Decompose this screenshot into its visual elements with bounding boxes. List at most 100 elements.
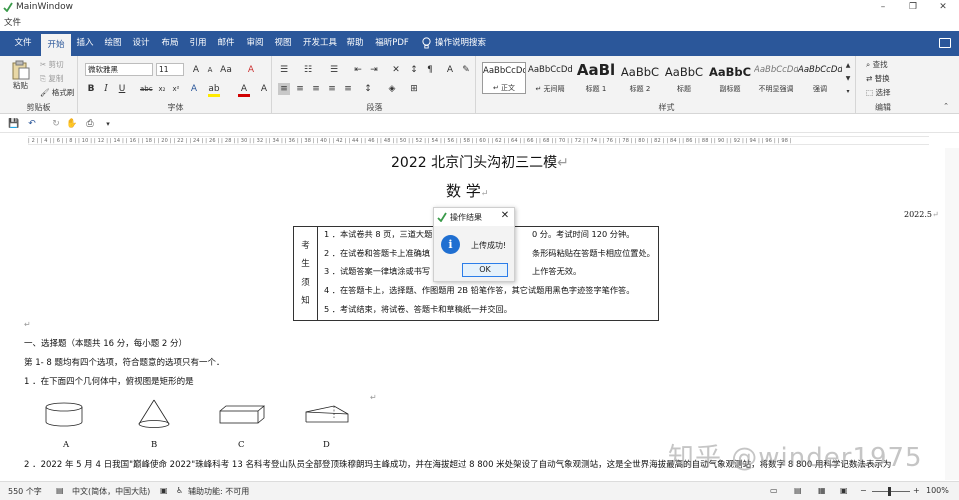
tab-review[interactable]: 审阅: [242, 31, 268, 56]
ok-button[interactable]: OK: [462, 263, 508, 277]
customize-qat-icon[interactable]: ▾: [102, 118, 114, 130]
sort-icon[interactable]: ↕: [408, 64, 420, 76]
bullets-icon[interactable]: ☰: [278, 64, 290, 76]
print-preview-icon[interactable]: ⎙: [84, 118, 96, 130]
highlight-icon[interactable]: ab: [208, 83, 220, 97]
tab-developer[interactable]: 开发工具: [300, 31, 340, 56]
undo-icon[interactable]: ↶: [26, 118, 38, 130]
shading-icon[interactable]: ◈: [386, 83, 398, 95]
style-title[interactable]: AaBbC 标题: [662, 62, 706, 94]
styles-scroll-down-icon[interactable]: ▼: [842, 73, 854, 85]
styles-more-icon[interactable]: ▾: [842, 86, 854, 98]
asian-layout-icon[interactable]: A: [444, 64, 456, 76]
distributed-icon[interactable]: ≡: [342, 83, 354, 95]
app-icon: [3, 2, 13, 12]
tab-home[interactable]: 开始: [41, 34, 71, 56]
replace-button[interactable]: ⇄ 替换: [866, 73, 890, 84]
shrink-font-icon[interactable]: A: [204, 64, 216, 76]
style-heading1[interactable]: AaBl 标题 1: [574, 61, 618, 94]
align-left-icon[interactable]: ≡: [278, 83, 290, 95]
print-layout-icon[interactable]: ▦: [818, 486, 826, 495]
font-color-icon[interactable]: A: [238, 83, 250, 97]
cut-button[interactable]: ✂ 剪切: [40, 59, 64, 70]
style-subtitle[interactable]: AaBbC 副标题: [708, 62, 752, 94]
style-normal[interactable]: AaBbCcDd ↵ 正文: [482, 62, 526, 94]
redo-icon[interactable]: ↻: [50, 118, 62, 130]
paste-button[interactable]: 粘贴: [13, 80, 28, 91]
tab-references[interactable]: 引用: [185, 31, 211, 56]
vertical-scrollbar[interactable]: [945, 148, 959, 480]
numbering-icon[interactable]: ☷: [302, 64, 314, 76]
copy-button[interactable]: ⎘ 复制: [40, 73, 63, 84]
collapse-ribbon-icon[interactable]: ⌃: [940, 100, 952, 112]
strikethrough-icon[interactable]: abc: [140, 83, 153, 95]
read-mode-icon[interactable]: ▤: [794, 486, 802, 495]
increase-indent-icon[interactable]: ⇥: [368, 64, 380, 76]
justify-icon[interactable]: ≡: [326, 83, 338, 95]
borders-icon[interactable]: ⊞: [408, 83, 420, 95]
zoom-slider-thumb[interactable]: [888, 487, 891, 496]
italic-icon[interactable]: I: [100, 83, 112, 95]
ruler[interactable]: | 2 | | 4 | | 6 | | 8 | | 10 | | 12 | | …: [0, 134, 959, 147]
text-effects-icon[interactable]: A: [188, 83, 200, 95]
tell-me-search[interactable]: 操作说明搜索: [435, 31, 487, 56]
zoom-slider[interactable]: [872, 491, 910, 492]
underline-icon[interactable]: U: [116, 83, 128, 95]
zoom-in-icon[interactable]: +: [913, 486, 920, 495]
decrease-indent-icon[interactable]: ⇤: [352, 64, 364, 76]
tab-help[interactable]: 帮助: [342, 31, 368, 56]
style-emphasis[interactable]: AaBbCcDd 强调: [798, 62, 842, 94]
char-shading-icon[interactable]: A: [258, 83, 270, 95]
style-subtle-emphasis[interactable]: AaBbCcDd 不明显强调: [754, 62, 798, 94]
focus-icon[interactable]: ▭: [770, 486, 778, 495]
tab-mailings[interactable]: 邮件: [213, 31, 239, 56]
align-right-icon[interactable]: ≡: [310, 83, 322, 95]
clear-format-icon[interactable]: A: [245, 64, 257, 76]
find-button[interactable]: ⌕ 查找: [866, 59, 888, 70]
close-window-button[interactable]: ✕: [928, 0, 958, 15]
style-no-spacing[interactable]: AaBbCcDd ↵ 无间隔: [528, 62, 572, 94]
zoom-out-icon[interactable]: −: [860, 486, 867, 495]
change-case-icon[interactable]: Aa: [220, 64, 232, 76]
line-spacing-icon[interactable]: ↕: [362, 83, 374, 95]
word-count[interactable]: 550 个字: [8, 486, 42, 497]
select-button[interactable]: ⬚ 选择: [866, 87, 890, 98]
chinese-layout-icon[interactable]: ✕: [390, 64, 402, 76]
tab-view[interactable]: 视图: [270, 31, 296, 56]
dialog-close-icon[interactable]: ✕: [500, 211, 510, 221]
style-heading2-preview: AaBbC: [620, 65, 660, 79]
accessibility-icon[interactable]: ♿: [176, 486, 183, 495]
ruby-icon[interactable]: ✎: [460, 64, 472, 76]
style-heading2[interactable]: AaBbC 标题 2: [618, 62, 662, 94]
save-icon[interactable]: 💾: [8, 118, 20, 130]
language-status[interactable]: 中文(简体，中国大陆): [72, 486, 150, 497]
bold-icon[interactable]: B: [85, 83, 97, 95]
format-painter-button[interactable]: 🖌 格式刷: [40, 87, 74, 98]
macro-icon[interactable]: ▣: [160, 486, 168, 495]
tab-draw[interactable]: 绘图: [100, 31, 126, 56]
tab-layout[interactable]: 布局: [157, 31, 183, 56]
touch-mode-icon[interactable]: ✋: [66, 118, 78, 130]
tab-design[interactable]: 设计: [128, 31, 154, 56]
accessibility-status[interactable]: 辅助功能: 不可用: [188, 486, 249, 497]
show-marks-icon[interactable]: ¶: [424, 64, 436, 76]
styles-scroll-up-icon[interactable]: ▲: [842, 60, 854, 72]
comments-icon[interactable]: [939, 38, 951, 48]
paste-icon[interactable]: [12, 60, 30, 80]
superscript-icon[interactable]: x²: [170, 83, 182, 95]
zoom-level[interactable]: 100%: [926, 486, 949, 495]
subscript-icon[interactable]: x₂: [156, 83, 168, 95]
tab-file[interactable]: 文件: [8, 31, 38, 56]
file-menu[interactable]: 文件: [4, 16, 21, 28]
align-center-icon[interactable]: ≡: [294, 83, 306, 95]
grow-font-icon[interactable]: A: [190, 64, 202, 76]
tab-insert[interactable]: 插入: [72, 31, 98, 56]
maximize-button[interactable]: ❐: [898, 0, 928, 15]
font-name-select[interactable]: 微软雅黑: [85, 63, 153, 76]
web-layout-icon[interactable]: ▣: [840, 486, 848, 495]
font-size-select[interactable]: 11: [156, 63, 184, 76]
minimize-button[interactable]: –: [868, 0, 898, 15]
tab-foxit-pdf[interactable]: 福昕PDF: [372, 31, 412, 56]
multilevel-list-icon[interactable]: ☰: [328, 64, 340, 76]
proofing-icon[interactable]: ▤: [56, 486, 64, 495]
